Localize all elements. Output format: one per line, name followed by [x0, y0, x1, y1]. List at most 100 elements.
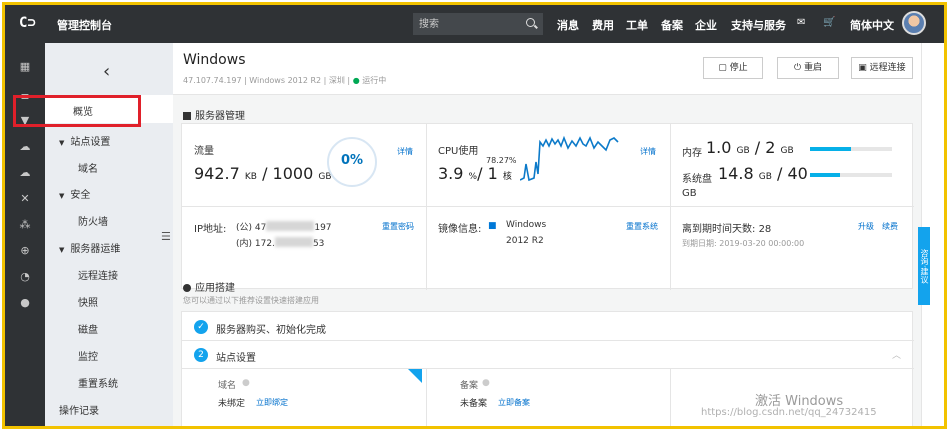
image-label: 镜像信息:	[438, 224, 482, 235]
nav-enterprise[interactable]: 企业	[695, 17, 717, 33]
network-icon[interactable]: ⁂	[18, 219, 32, 231]
reset-password-link[interactable]: 重置密码	[382, 221, 414, 232]
traffic-details-link[interactable]: 详情	[397, 146, 413, 157]
ip-label: IP地址:	[194, 224, 227, 235]
expiry-label-text: 离到期时间天数:	[682, 224, 756, 235]
cpu-value: 3.9 %/ 1 核	[438, 164, 512, 183]
close-icon[interactable]: ✕	[18, 193, 32, 205]
help-icon[interactable]: ●	[482, 378, 490, 388]
nav-tickets[interactable]: 工单	[626, 17, 648, 33]
shield-icon[interactable]: ▼	[18, 115, 32, 127]
search-icon[interactable]	[526, 18, 535, 27]
search-input[interactable]	[419, 16, 519, 32]
app-icon	[183, 284, 191, 292]
grid-icon[interactable]: ▦	[18, 61, 32, 73]
remote-connect-button[interactable]: ▣ 远程连接	[851, 57, 913, 79]
database-icon[interactable]: ◔	[18, 271, 32, 283]
globe-icon[interactable]: ⊕	[18, 245, 32, 257]
sidebar-item-firewall[interactable]: 防火墙	[78, 213, 108, 228]
sidebar-item-snapshot[interactable]: 快照	[78, 294, 98, 309]
bind-domain-link[interactable]: 立即绑定	[256, 397, 288, 408]
feedback-tab[interactable]: 咨询·建议	[918, 227, 930, 305]
cloud-icon[interactable]: ☁	[18, 141, 32, 153]
traffic-label: 流量	[194, 146, 214, 157]
expiry-days: 28	[758, 224, 772, 235]
redacted	[274, 237, 313, 247]
expiry-date: 到期日期: 2019-03-20 00:00:00	[682, 238, 804, 249]
sidebar-item-reset[interactable]: 重置系统	[78, 375, 118, 390]
aliyun-logo[interactable]: C⊃	[19, 15, 36, 31]
caret-down-icon: ▼	[59, 139, 65, 147]
page-title: Windows	[183, 52, 246, 68]
nav-icp[interactable]: 备案	[661, 17, 683, 33]
cloud-icon[interactable]: ☁	[18, 167, 32, 179]
blog-url-watermark: https://blog.csdn.net/qq_24732415	[701, 407, 877, 418]
nav-messages[interactable]: 消息	[557, 17, 579, 33]
cpu-peak: 78.27%	[486, 156, 517, 165]
cpu-line	[520, 135, 619, 182]
sidebar-item-label: 服务器运维	[70, 244, 121, 255]
icp-filing-link[interactable]: 立即备案	[498, 397, 530, 408]
divider	[426, 124, 427, 290]
sidebar-item-oplog[interactable]: 操作记录	[59, 402, 99, 417]
sidebar-item-domain[interactable]: 域名	[78, 160, 98, 175]
cart-icon[interactable]: 🛒	[823, 17, 835, 28]
step1-text: 服务器购买、初始化完成	[216, 325, 326, 336]
memory-used: 1.0	[706, 138, 732, 157]
divider	[426, 368, 427, 426]
renew-link[interactable]: 续费	[882, 221, 898, 232]
cpu-label: CPU使用	[438, 146, 479, 157]
divider	[182, 206, 914, 207]
product-icon-bar: ▦ ≡ ▼ ☁ ☁ ✕ ⁂ ⊕ ◔ ●	[5, 43, 45, 426]
upgrade-link[interactable]: 升级	[858, 221, 874, 232]
section-title-server: 服务器管理	[183, 107, 245, 122]
nav-support[interactable]: 支持与服务	[731, 17, 786, 33]
cpu-details-link[interactable]: 详情	[640, 146, 656, 157]
caret-down-icon: ▼	[59, 192, 65, 200]
server-icon	[183, 112, 191, 120]
remote-label: 远程连接	[869, 63, 906, 73]
expiry-label: 离到期时间天数: 28	[682, 220, 771, 235]
back-chevron-icon[interactable]: ‹	[103, 61, 110, 82]
chevron-up-icon[interactable]: ︿	[892, 348, 901, 361]
top-navbar: C⊃ 管理控制台 消息 费用 工单 备案 企业 支持与服务 ✉ 🛒 简体中文	[5, 5, 944, 43]
nav-billing[interactable]: 费用	[592, 17, 614, 33]
windows-icon: ■	[488, 221, 497, 231]
sidebar-item-server-ops[interactable]: ▼ 服务器运维	[59, 240, 120, 255]
screenshot-frame: C⊃ 管理控制台 消息 费用 工单 备案 企业 支持与服务 ✉ 🛒 简体中文 ▦…	[2, 2, 947, 429]
nav-language[interactable]: 简体中文	[850, 17, 894, 33]
cpu-unit: %	[468, 172, 478, 182]
divider	[182, 368, 914, 369]
circle-icon[interactable]: ●	[18, 297, 32, 309]
main-content: Windows 47.107.74.197 | Windows 2012 R2 …	[173, 43, 921, 426]
stop-button[interactable]: ▢ 停止	[703, 57, 763, 79]
expiry-date-value: 2019-03-20 00:00:00	[719, 239, 805, 248]
search-box[interactable]	[413, 13, 543, 35]
reset-system-link[interactable]: 重置系统	[626, 221, 658, 232]
mail-icon[interactable]: ✉	[797, 17, 805, 28]
collapse-sidebar-icon[interactable]: ☰	[161, 230, 173, 244]
sidebar-item-security[interactable]: ▼ 安全	[59, 186, 90, 201]
restart-label: 重启	[803, 63, 822, 73]
memory-bar	[810, 147, 892, 151]
sidebar-item-remote[interactable]: 远程连接	[78, 267, 118, 282]
help-icon[interactable]: ●	[242, 378, 250, 388]
stop-label: 停止	[729, 63, 748, 73]
sidebar-item-disk[interactable]: 磁盘	[78, 321, 98, 336]
instance-meta-text: 47.107.74.197 | Windows 2012 R2 | 深圳 |	[183, 76, 351, 85]
image-version: 2012 R2	[506, 236, 544, 246]
icp-status: 未备案	[460, 399, 488, 409]
icp-label: 备案	[460, 381, 479, 391]
restart-button[interactable]: ⏻ 重启	[777, 57, 839, 79]
memory-total-unit: GB	[780, 146, 794, 156]
sidebar-item-monitor[interactable]: 监控	[78, 348, 98, 363]
traffic-value: 942.7 KB / 1000 GB	[194, 164, 332, 183]
disk-total: 40	[787, 164, 808, 183]
sidebar-item-overview[interactable]: 概览	[45, 95, 173, 123]
user-avatar[interactable]	[902, 11, 926, 35]
divider	[670, 124, 671, 290]
console-title[interactable]: 管理控制台	[57, 17, 112, 33]
sidebar-item-label: 安全	[70, 190, 91, 201]
sidebar-item-site-settings[interactable]: ▼ 站点设置	[59, 133, 110, 148]
list-icon[interactable]: ≡	[18, 91, 32, 103]
